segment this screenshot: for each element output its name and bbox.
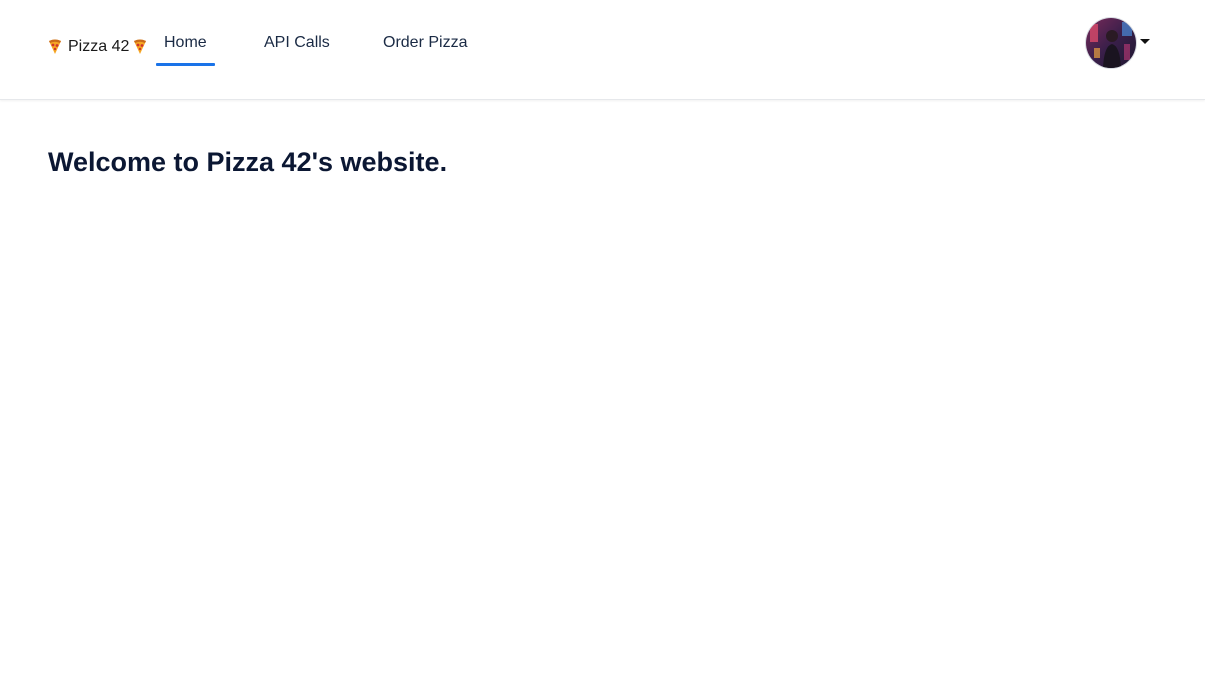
user-menu-toggle[interactable]: [1086, 18, 1150, 68]
nav-link-order-pizza[interactable]: Order Pizza: [383, 34, 467, 66]
pizza-slice-icon: [134, 39, 147, 54]
pizza-slice-icon: [49, 39, 61, 54]
brand[interactable]: Pizza 42: [48, 38, 147, 56]
chevron-down-icon: [1140, 38, 1150, 44]
nav-link-api-calls[interactable]: API Calls: [264, 34, 330, 66]
brand-name: Pizza 42: [68, 38, 130, 55]
navbar: Pizza 42 Home API Calls Order Pizza: [0, 0, 1205, 100]
nav-link-home[interactable]: Home: [156, 34, 215, 66]
page-title: Welcome to Pizza 42's website.: [48, 147, 448, 177]
avatar[interactable]: [1086, 18, 1136, 68]
